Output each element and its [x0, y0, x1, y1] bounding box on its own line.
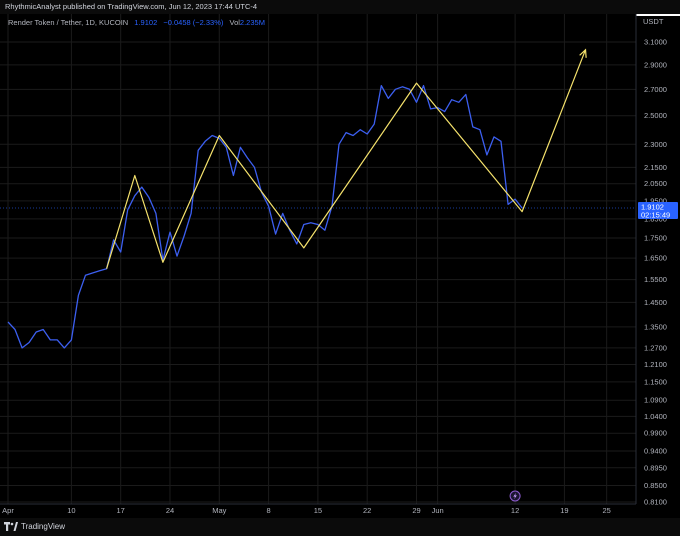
- y-tick-label: 1.7500: [644, 233, 667, 242]
- y-tick-label: 0.8100: [644, 498, 667, 507]
- x-axis: Apr 10 17 24 May 8 15 22 29 Jun 12 19 25: [0, 503, 636, 515]
- x-tick-label: 25: [602, 506, 610, 515]
- y-tick-label: 1.5500: [644, 275, 667, 284]
- y-tick-label: 1.0900: [644, 396, 667, 405]
- volume-value: 2.235M: [239, 18, 265, 27]
- tradingview-brand: TradingView: [4, 522, 65, 531]
- x-tick-label: 29: [412, 506, 420, 515]
- y-tick-label: 1.1500: [644, 377, 667, 386]
- price-labels: 1.910202:15:49: [638, 201, 678, 219]
- chart-legend: Render Token / Tether, 1D, KUCOIN 1.9102…: [8, 18, 269, 27]
- x-tick-label: 17: [117, 506, 125, 515]
- price-change: −0.0458 (−2.33%): [163, 18, 224, 27]
- last-price: 1.9102: [134, 18, 158, 27]
- y-tick-label: 0.8500: [644, 481, 667, 490]
- y-tick-label: 2.3000: [644, 140, 667, 149]
- x-tick-label: May: [212, 506, 226, 515]
- y-tick-label: 1.2100: [644, 360, 667, 369]
- y-tick-label: 1.3500: [644, 322, 667, 331]
- x-tick-label: 10: [67, 506, 75, 515]
- countdown-label: 02:15:49: [641, 210, 670, 219]
- y-tick-label: 0.9400: [644, 446, 667, 455]
- volume-label: Vol: [229, 18, 240, 27]
- series-pattern-line: [106, 49, 587, 269]
- x-tick-label: 22: [363, 506, 371, 515]
- x-tick-label: Jun: [432, 506, 444, 515]
- series-price-line: [7, 84, 523, 349]
- brand-name: TradingView: [21, 522, 66, 531]
- y-tick-label: 2.9000: [644, 60, 667, 69]
- x-tick-label: Apr: [2, 506, 14, 515]
- currency-unit: USDT: [643, 17, 664, 26]
- x-tick-label: 15: [314, 506, 322, 515]
- y-tick-label: 1.2700: [644, 343, 667, 352]
- tradingview-logo-icon: [4, 522, 18, 531]
- symbol-label: Render Token / Tether, 1D, KUCOIN: [8, 18, 129, 27]
- y-tick-label: 1.4500: [644, 298, 667, 307]
- y-axis: 3.1000 2.9000 2.7000 2.5000 2.3000 2.1500 2.05…: [635, 14, 667, 507]
- x-tick-label: 12: [511, 506, 519, 515]
- y-tick-label: 1.6500: [644, 254, 667, 263]
- y-tick-label: 1.0400: [644, 412, 667, 421]
- y-tick-label: 3.1000: [644, 38, 667, 47]
- x-tick-label: 19: [560, 506, 568, 515]
- footer-bar: [0, 518, 680, 536]
- grid-lines: [0, 14, 636, 504]
- y-tick-label: 2.0500: [644, 179, 667, 188]
- price-chart[interactable]: 3.1000 2.9000 2.7000 2.5000 2.3000 2.1500 2.05…: [0, 0, 680, 536]
- y-tick-label: 0.9900: [644, 429, 667, 438]
- y-tick-label: 2.5000: [644, 111, 667, 120]
- y-tick-label: 0.8950: [644, 463, 667, 472]
- y-tick-label: 2.1500: [644, 163, 667, 172]
- x-tick-label: 24: [166, 506, 174, 515]
- x-tick-label: 8: [267, 506, 271, 515]
- y-tick-label: 2.7000: [644, 85, 667, 94]
